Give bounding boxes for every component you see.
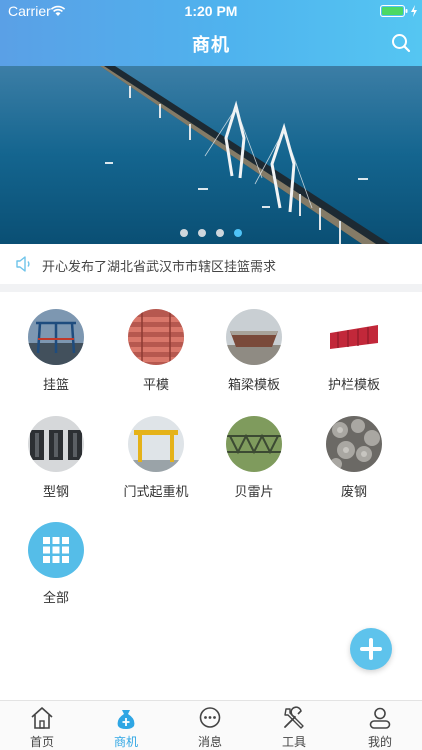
category-label: 护栏模板 xyxy=(327,377,380,392)
carousel-pagination[interactable] xyxy=(0,224,422,242)
gantry-crane-photo xyxy=(128,416,184,472)
category-label: 平模 xyxy=(142,377,169,392)
status-bar: Carrier 1:20 PM xyxy=(0,0,422,22)
category-label: 门式起重机 xyxy=(123,484,189,499)
section-steel-photo xyxy=(28,416,84,472)
category-item[interactable]: 贝雷片 xyxy=(204,416,304,500)
home-icon xyxy=(31,707,53,729)
tab-bar: 首页 商机 消息 工具 我的 xyxy=(0,700,422,750)
tab-label: 商机 xyxy=(113,735,138,749)
category-item[interactable]: 废钢 xyxy=(304,416,404,500)
section-divider xyxy=(0,284,422,292)
user-icon xyxy=(369,707,391,729)
charging-icon xyxy=(411,5,417,17)
tab-label: 工具 xyxy=(281,735,306,749)
notice-bar[interactable]: 开心发布了湖北省武汉市市辖区挂篮需求 xyxy=(0,244,422,284)
tab-messages[interactable]: 消息 xyxy=(168,701,252,750)
category-label: 全部 xyxy=(42,590,69,605)
hanging-basket-photo xyxy=(28,309,84,365)
carousel-dot[interactable] xyxy=(216,228,224,237)
category-label: 挂篮 xyxy=(42,377,69,392)
clock: 1:20 PM xyxy=(184,3,238,19)
category-label: 废钢 xyxy=(340,484,367,499)
grid-icon xyxy=(28,522,84,578)
category-label: 贝雷片 xyxy=(234,484,274,499)
money-bag-icon xyxy=(117,710,135,729)
tab-label: 消息 xyxy=(197,735,222,749)
category-item[interactable]: 护栏模板 xyxy=(304,309,404,393)
header-bar: Carrier 1:20 PM 商机 xyxy=(0,0,422,66)
speaker-icon xyxy=(16,256,30,272)
tab-label: 我的 xyxy=(367,735,392,749)
tools-icon xyxy=(284,706,304,729)
category-item[interactable]: 箱梁模板 xyxy=(204,309,304,393)
tab-business[interactable]: 商机 xyxy=(84,701,168,750)
category-item-all[interactable]: 全部 xyxy=(6,522,106,606)
category-label: 型钢 xyxy=(42,484,69,499)
notice-text: 开心发布了湖北省武汉市市辖区挂篮需求 xyxy=(42,259,277,274)
bailey-panel-photo xyxy=(226,416,282,472)
scrap-steel-photo xyxy=(326,416,382,472)
page-title: 商机 xyxy=(192,35,230,55)
guardrail-formwork-photo xyxy=(326,309,382,365)
banner-carousel[interactable] xyxy=(0,66,422,244)
carousel-dot-active[interactable] xyxy=(234,228,242,237)
search-icon[interactable] xyxy=(390,32,412,54)
box-girder-formwork-photo xyxy=(226,309,282,365)
add-button[interactable] xyxy=(350,628,392,670)
category-label: 箱梁模板 xyxy=(227,377,280,392)
tab-tools[interactable]: 工具 xyxy=(252,701,336,750)
carousel-dot[interactable] xyxy=(180,228,188,237)
category-item[interactable]: 挂篮 xyxy=(6,309,106,393)
category-item[interactable]: 门式起重机 xyxy=(106,416,206,500)
tab-label: 首页 xyxy=(29,735,54,749)
tab-profile[interactable]: 我的 xyxy=(338,701,422,750)
flat-formwork-photo xyxy=(128,309,184,365)
carousel-dot[interactable] xyxy=(198,228,206,237)
battery-icon xyxy=(380,5,408,17)
category-item[interactable]: 型钢 xyxy=(6,416,106,500)
message-icon xyxy=(199,707,221,728)
tab-home[interactable]: 首页 xyxy=(0,701,84,750)
category-item[interactable]: 平模 xyxy=(106,309,206,393)
bridge-photo xyxy=(0,66,422,244)
